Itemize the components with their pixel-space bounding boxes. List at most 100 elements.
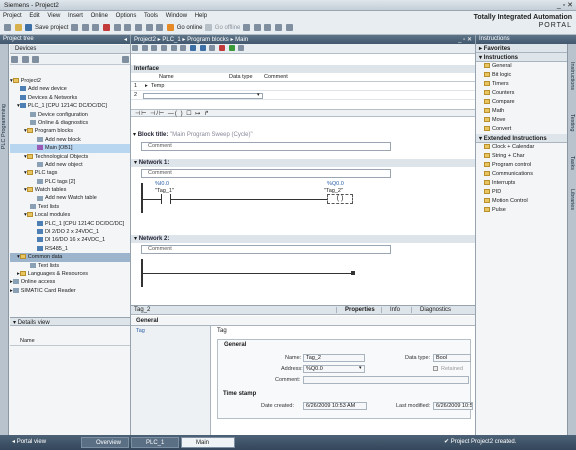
properties-tab[interactable]: Properties bbox=[336, 307, 375, 313]
block-title-row[interactable]: ▾ Block title: "Main Program Sweep (Cycl… bbox=[133, 131, 473, 139]
copy-icon[interactable] bbox=[81, 24, 89, 31]
side-tab-tasks[interactable]: Tasks bbox=[569, 156, 575, 170]
instr-timers[interactable]: Timers bbox=[476, 80, 567, 89]
menu-project[interactable]: Project bbox=[0, 11, 25, 19]
expand-icon[interactable]: ▸ bbox=[479, 46, 482, 52]
editor-tool-icon[interactable] bbox=[180, 45, 187, 51]
crumb-plc[interactable]: PLC_1 bbox=[162, 37, 180, 43]
open-project-icon[interactable] bbox=[14, 24, 22, 31]
split-vertical-icon[interactable] bbox=[285, 24, 293, 31]
tree-item-local-modules[interactable]: ▾ Local modules bbox=[10, 211, 130, 219]
editor-tool-icon[interactable] bbox=[151, 45, 158, 51]
instr-communications[interactable]: Communications bbox=[476, 170, 567, 179]
diagnostics-tab[interactable]: Diagnostics bbox=[411, 307, 451, 313]
no-contact[interactable] bbox=[161, 194, 171, 204]
tree-item-card-reader[interactable]: ▸ SIMATIC Card Reader bbox=[10, 287, 130, 295]
instr-general[interactable]: General bbox=[476, 62, 567, 71]
portal-view-button[interactable]: ◂ Portal view bbox=[4, 437, 46, 448]
network2-header[interactable]: ▾ Network 2: bbox=[131, 235, 475, 243]
tree-item-module-rs485[interactable]: RS485_1 bbox=[10, 245, 130, 253]
tree-item-add-device[interactable]: Add new device bbox=[10, 85, 130, 93]
info-tab[interactable]: Info bbox=[381, 307, 400, 313]
go-online-button[interactable]: Go online bbox=[177, 25, 203, 31]
crumb-project[interactable]: Project2 bbox=[134, 37, 156, 43]
editor-tool-icon[interactable] bbox=[228, 45, 235, 51]
editor-tool-icon[interactable] bbox=[219, 45, 226, 51]
collapse-icon[interactable]: ▾ bbox=[479, 136, 482, 142]
tree-item-add-watch-table[interactable]: Add new Watch table bbox=[10, 194, 130, 202]
menu-insert[interactable]: Insert bbox=[65, 11, 86, 19]
instr-compare[interactable]: Compare bbox=[476, 98, 567, 107]
online-icon[interactable] bbox=[167, 24, 175, 31]
instr-motion[interactable]: Motion Control bbox=[476, 197, 567, 206]
paste-icon[interactable] bbox=[92, 24, 100, 31]
instr-interrupts[interactable]: Interrupts bbox=[476, 179, 567, 188]
tree-item-main-ob1[interactable]: Main [OB1] bbox=[10, 144, 130, 153]
download-icon[interactable] bbox=[145, 24, 153, 31]
tree-item-languages[interactable]: ▸ Languages & Resources bbox=[10, 270, 130, 278]
basic-instructions-header[interactable]: ▾ Instructions bbox=[476, 53, 567, 62]
instr-bit-logic[interactable]: Bit logic bbox=[476, 71, 567, 80]
retained-checkbox[interactable] bbox=[433, 366, 438, 371]
tree-forward-icon[interactable] bbox=[32, 56, 40, 63]
instr-program-control[interactable]: Program control bbox=[476, 161, 567, 170]
network1-comment[interactable]: Comment bbox=[141, 169, 391, 178]
ladder-elements-icon[interactable]: ⊣⊢ ⊣/⊢ —( ) ☐ ↦ ↱ bbox=[135, 110, 210, 117]
collapse-pane-icon[interactable]: ◂ bbox=[124, 36, 127, 43]
network2-comment[interactable]: Comment bbox=[141, 245, 391, 254]
menu-window[interactable]: Window bbox=[163, 11, 190, 19]
tree-item-watch-tables[interactable]: ▾ Watch tables bbox=[10, 186, 130, 194]
split-horizontal-icon[interactable] bbox=[275, 24, 283, 31]
instr-math[interactable]: Math bbox=[476, 107, 567, 116]
window-buttons-icon[interactable]: _ ▫ ✕ bbox=[458, 36, 472, 43]
editor-tool-icon[interactable] bbox=[161, 45, 168, 51]
tree-sync-icon[interactable] bbox=[122, 56, 129, 63]
redo-icon[interactable] bbox=[124, 24, 132, 31]
collapse-icon[interactable]: ▾ bbox=[134, 160, 137, 166]
new-var-input[interactable] bbox=[143, 93, 263, 99]
editor-tool-icon[interactable] bbox=[132, 45, 138, 51]
datatype-field[interactable]: Bool bbox=[433, 354, 471, 362]
side-tab-instructions[interactable]: Instructions bbox=[569, 62, 575, 90]
nav-item-tag[interactable]: Tag bbox=[136, 328, 145, 334]
tree-item-program-blocks[interactable]: ▾ Program blocks bbox=[10, 127, 130, 135]
save-project-button[interactable]: Save project bbox=[35, 25, 68, 31]
tree-item-common-data[interactable]: ▾ Common data bbox=[10, 253, 130, 262]
tree-item-add-block[interactable]: Add new block bbox=[10, 136, 130, 144]
stop-cpu-icon[interactable] bbox=[264, 24, 272, 31]
tree-item-module-cpu[interactable]: PLC_1 [CPU 1214C DC/DC/DC] bbox=[10, 220, 130, 228]
tree-item-online-diag[interactable]: Online & diagnostics bbox=[10, 119, 130, 127]
general-tab[interactable]: General bbox=[136, 318, 158, 324]
editor-tool-icon[interactable] bbox=[170, 45, 177, 51]
tree-item-plc-tags-table[interactable]: PLC tags [2] bbox=[10, 178, 130, 186]
instr-string[interactable]: String + Char bbox=[476, 152, 567, 161]
collapse-icon[interactable]: ▾ bbox=[133, 132, 136, 138]
save-icon[interactable] bbox=[25, 24, 33, 31]
name-field[interactable]: Tag_2 bbox=[303, 354, 365, 362]
accessible-devices-icon[interactable] bbox=[243, 24, 251, 31]
tree-item-devices-networks[interactable]: Devices & Networks bbox=[10, 94, 130, 102]
undo-icon[interactable] bbox=[113, 24, 121, 31]
upload-icon[interactable] bbox=[156, 24, 164, 31]
window-controls[interactable]: _ ▫ ✕ bbox=[557, 1, 573, 9]
start-cpu-icon[interactable] bbox=[253, 24, 261, 31]
instr-pulse[interactable]: Pulse bbox=[476, 206, 567, 215]
interface-row[interactable]: 2 ▾ bbox=[131, 92, 475, 100]
compile-icon[interactable] bbox=[135, 24, 143, 31]
interface-row[interactable]: 1 ▸ Temp bbox=[131, 83, 475, 91]
crumb-program-blocks[interactable]: Program blocks bbox=[187, 37, 229, 43]
offline-icon[interactable] bbox=[205, 24, 213, 31]
instr-pid[interactable]: PID bbox=[476, 188, 567, 197]
tree-item-device-config[interactable]: Device configuration bbox=[10, 111, 130, 119]
instr-move[interactable]: Move bbox=[476, 116, 567, 125]
editor-tool-icon[interactable] bbox=[141, 45, 148, 51]
collapse-icon[interactable]: ▾ bbox=[13, 320, 16, 326]
side-tab-plc-programming[interactable]: PLC Programming bbox=[0, 44, 9, 435]
side-tab-testing[interactable]: Testing bbox=[569, 114, 575, 131]
taskbar-main[interactable]: Main bbox=[181, 437, 235, 448]
tree-item-add-object[interactable]: Add new object bbox=[10, 161, 130, 169]
details-view-header[interactable]: ▾ Details view bbox=[10, 317, 130, 326]
menu-help[interactable]: Help bbox=[192, 11, 210, 19]
taskbar-overview[interactable]: Overview bbox=[81, 437, 129, 448]
editor-tool-icon[interactable] bbox=[199, 45, 206, 51]
